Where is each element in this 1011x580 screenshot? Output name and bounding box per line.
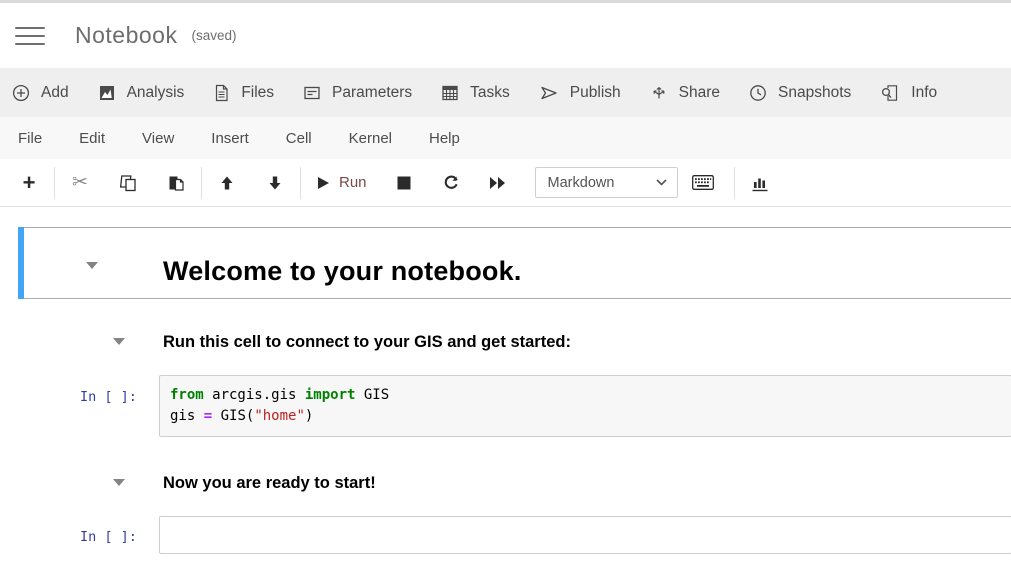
command-palette-button[interactable] xyxy=(688,168,718,198)
keyboard-icon xyxy=(692,175,714,190)
ribbon-item-label: Snapshots xyxy=(778,84,851,102)
share-button[interactable]: Share xyxy=(650,84,720,102)
fast-forward-icon xyxy=(489,176,507,190)
copy-icon xyxy=(119,174,137,192)
analysis-button[interactable]: Analysis xyxy=(98,84,185,102)
code-input-gis[interactable]: from arcgis.gis import GISgis = GIS("hom… xyxy=(159,375,1011,437)
publish-button[interactable]: Publish xyxy=(539,84,621,102)
ribbon-toolbar: Add Analysis Files Parameters xyxy=(0,68,1011,117)
toolbar-divider xyxy=(300,167,301,199)
files-button[interactable]: Files xyxy=(213,84,274,102)
code-line: gis = GIS("home") xyxy=(170,406,1001,427)
stop-icon xyxy=(397,176,411,190)
menu-cell[interactable]: Cell xyxy=(286,130,312,147)
cut-cell-button[interactable]: ✂ xyxy=(65,168,95,198)
ribbon-item-label: Share xyxy=(679,84,720,102)
menu-edit[interactable]: Edit xyxy=(79,130,105,147)
markdown-heading-welcome: Welcome to your notebook. xyxy=(163,256,522,287)
tasks-icon xyxy=(441,84,459,102)
restart-run-all-button[interactable] xyxy=(483,168,513,198)
paste-icon xyxy=(167,174,185,192)
share-icon xyxy=(650,84,668,102)
play-icon xyxy=(317,176,330,190)
tasks-button[interactable]: Tasks xyxy=(441,84,510,102)
toolbar-divider xyxy=(201,167,202,199)
input-prompt: In [ ]: xyxy=(80,529,137,545)
code-line: from arcgis.gis import GIS xyxy=(170,385,1001,406)
ribbon-item-label: Analysis xyxy=(127,84,185,102)
move-cell-down-button[interactable] xyxy=(260,168,290,198)
info-button[interactable]: Info xyxy=(880,84,937,102)
page-title: Notebook xyxy=(75,22,177,49)
restart-kernel-button[interactable] xyxy=(437,168,467,198)
arrow-up-icon xyxy=(219,175,235,191)
ribbon-item-label: Info xyxy=(911,84,937,102)
menu-kernel[interactable]: Kernel xyxy=(349,130,392,147)
notebook-content: Welcome to your notebook. Run this cell … xyxy=(0,207,1011,580)
cell-toolbar: + ✂ xyxy=(0,159,1011,207)
ribbon-item-label: Files xyxy=(241,84,274,102)
publish-icon xyxy=(539,84,559,102)
run-label: Run xyxy=(339,174,367,191)
scissors-icon: ✂ xyxy=(72,173,88,192)
collapse-caret-icon[interactable] xyxy=(113,338,125,345)
app-header: Notebook (saved) xyxy=(0,3,1011,68)
move-cell-up-button[interactable] xyxy=(212,168,242,198)
open-analysis-pane-button[interactable] xyxy=(745,168,775,198)
analysis-icon xyxy=(98,84,116,102)
interrupt-kernel-button[interactable] xyxy=(389,168,419,198)
add-icon xyxy=(12,84,30,102)
files-icon xyxy=(213,84,230,102)
arrow-down-icon xyxy=(267,175,283,191)
cell-type-select[interactable]: Markdown xyxy=(535,167,678,198)
parameters-button[interactable]: Parameters xyxy=(303,84,412,102)
save-status: (saved) xyxy=(191,28,236,43)
ribbon-item-label: Tasks xyxy=(470,84,510,102)
ribbon-item-label: Add xyxy=(41,84,69,102)
notebook-app: Notebook (saved) Add Analysis Files xyxy=(0,0,1011,580)
run-cell-button[interactable]: Run xyxy=(317,174,367,191)
notebook-menubar: File Edit View Insert Cell Kernel Help xyxy=(0,117,1011,159)
snapshots-icon xyxy=(749,84,767,102)
menu-help[interactable]: Help xyxy=(429,130,460,147)
selected-cell-indicator xyxy=(18,227,24,299)
chevron-down-icon xyxy=(656,179,667,186)
parameters-icon xyxy=(303,84,321,102)
toolbar-divider xyxy=(734,167,735,199)
menu-file[interactable]: File xyxy=(18,130,42,147)
cell-type-value: Markdown xyxy=(548,175,615,191)
ribbon-item-label: Publish xyxy=(570,84,621,102)
paste-cell-button[interactable] xyxy=(161,168,191,198)
toolbar-divider xyxy=(54,167,55,199)
restart-icon xyxy=(443,174,460,191)
hamburger-menu-icon[interactable] xyxy=(15,25,45,47)
copy-cell-button[interactable] xyxy=(113,168,143,198)
markdown-heading-run: Run this cell to connect to your GIS and… xyxy=(163,333,571,352)
collapse-caret-icon[interactable] xyxy=(86,262,98,269)
menu-insert[interactable]: Insert xyxy=(211,130,249,147)
snapshots-button[interactable]: Snapshots xyxy=(749,84,851,102)
plus-icon: + xyxy=(23,172,36,194)
add-cell-button[interactable]: + xyxy=(14,168,44,198)
add-button[interactable]: Add xyxy=(12,84,69,102)
input-prompt: In [ ]: xyxy=(80,389,137,405)
code-input-empty[interactable] xyxy=(159,516,1011,554)
info-icon xyxy=(880,84,900,102)
menu-view[interactable]: View xyxy=(142,130,174,147)
bar-chart-icon xyxy=(750,174,770,192)
collapse-caret-icon[interactable] xyxy=(113,479,125,486)
markdown-heading-ready: Now you are ready to start! xyxy=(163,474,376,493)
ribbon-item-label: Parameters xyxy=(332,84,412,102)
